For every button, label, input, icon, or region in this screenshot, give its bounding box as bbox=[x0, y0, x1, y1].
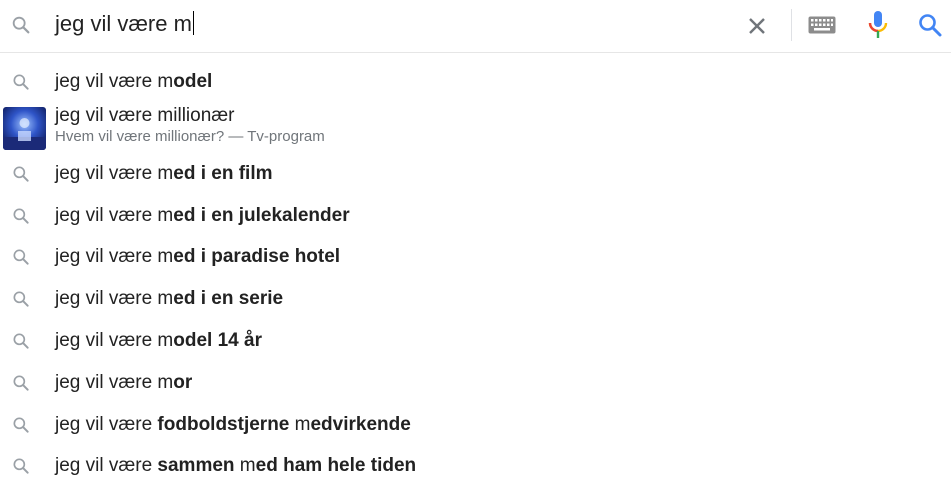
search-icon bbox=[13, 291, 29, 307]
divider bbox=[791, 9, 792, 41]
tv-program-thumbnail bbox=[3, 106, 46, 150]
suggestion-text: jeg vil være med i en serie bbox=[55, 288, 284, 310]
suggestion-item[interactable]: jeg vil være mor bbox=[0, 362, 951, 404]
suggestion-text: jeg vil være fodboldstjerne medvirkende bbox=[55, 413, 411, 435]
suggestion-item[interactable]: jeg vil være med i paradise hotel bbox=[0, 236, 951, 278]
search-icon bbox=[13, 208, 29, 224]
search-icon bbox=[12, 16, 30, 34]
suggestion-item[interactable]: jeg vil være sammen med ham hele tiden bbox=[0, 445, 951, 487]
microphone-icon[interactable] bbox=[866, 9, 890, 41]
search-input-text: jeg vil være m bbox=[55, 11, 192, 36]
suggestion-text: jeg vil være med i en film bbox=[55, 162, 273, 184]
search-bar: jeg vil være m bbox=[0, 0, 951, 53]
search-input[interactable]: jeg vil være m bbox=[55, 11, 195, 37]
suggestion-item[interactable]: jeg vil være fodboldstjerne medvirkende bbox=[0, 404, 951, 446]
search-submit-icon[interactable] bbox=[916, 11, 944, 39]
suggestion-item[interactable]: jeg vil være model bbox=[0, 61, 951, 103]
close-icon[interactable] bbox=[743, 12, 771, 40]
suggestion-text: jeg vil være med i paradise hotel bbox=[55, 246, 341, 268]
search-icon bbox=[13, 166, 29, 182]
search-icon bbox=[13, 417, 29, 433]
suggestion-item[interactable]: jeg vil være model 14 år bbox=[0, 320, 951, 362]
search-icon bbox=[13, 375, 29, 391]
suggestion-text: jeg vil være sammen med ham hele tiden bbox=[55, 455, 417, 477]
suggestion-item[interactable]: jeg vil være med i en film bbox=[0, 153, 951, 195]
suggestion-text: jeg vil være model bbox=[55, 71, 213, 92]
search-icon bbox=[13, 458, 29, 475]
text-caret bbox=[192, 11, 195, 35]
suggestion-item-rich[interactable]: jeg vil være millionær Hvem vil være mil… bbox=[0, 103, 951, 153]
search-icon bbox=[13, 249, 29, 266]
suggestion-subtitle: Hvem vil være millionær? — Tv-program bbox=[55, 127, 325, 145]
keyboard-icon[interactable] bbox=[808, 16, 836, 34]
suggestion-item[interactable]: jeg vil være med i en julekalender bbox=[0, 195, 951, 237]
suggestion-text: jeg vil være med i en julekalender bbox=[55, 204, 350, 226]
search-icon bbox=[13, 74, 29, 90]
suggestion-text: jeg vil være mor bbox=[55, 371, 193, 393]
suggestion-item[interactable]: jeg vil være med i en serie bbox=[0, 278, 951, 320]
search-icon bbox=[13, 333, 29, 349]
suggestion-list: jeg vil være model jeg vil være millionæ… bbox=[0, 61, 951, 487]
suggestion-title: jeg vil være millionær bbox=[55, 104, 235, 126]
suggestion-text: jeg vil være model 14 år bbox=[55, 329, 262, 351]
